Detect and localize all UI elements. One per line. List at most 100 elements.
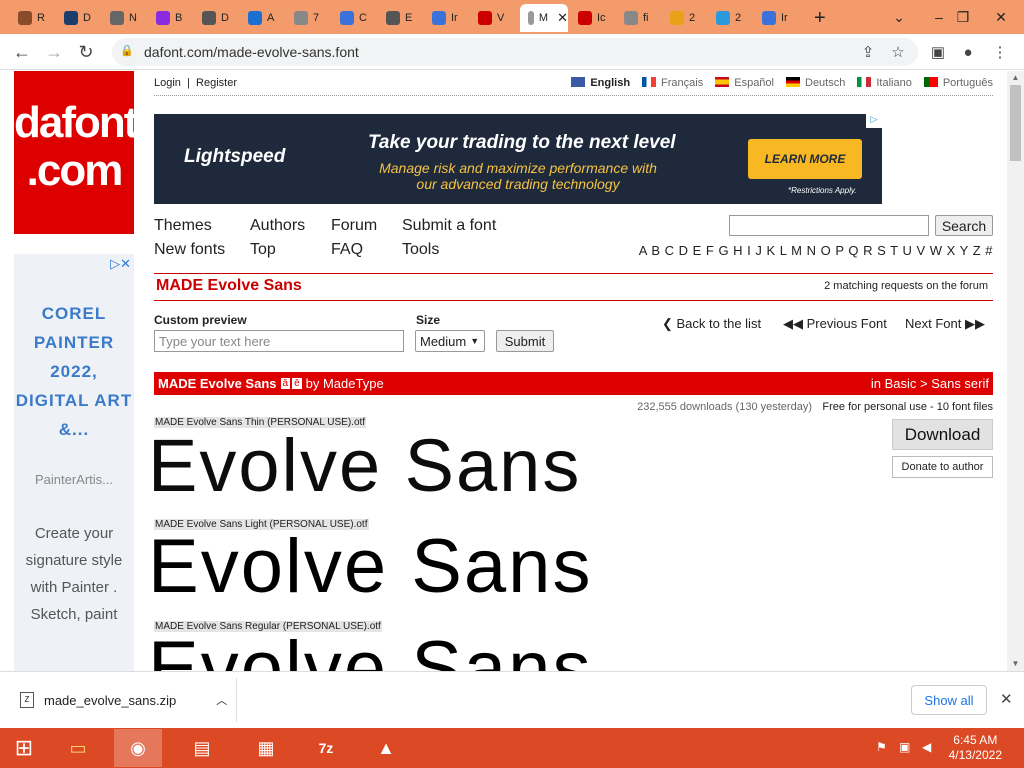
tab-favicon-icon	[386, 11, 400, 25]
share-icon[interactable]: ⇪	[858, 42, 878, 62]
back-icon[interactable]: ←	[10, 40, 34, 64]
sidepanel-icon[interactable]: ▣	[928, 42, 948, 62]
reload-icon[interactable]: ↻	[74, 40, 98, 64]
lang-spanish[interactable]: Español	[715, 77, 774, 89]
forward-icon[interactable]: →	[42, 40, 66, 64]
app-icon[interactable]: ▤	[178, 729, 226, 767]
alphabet-index[interactable]: A B C D E F G H I J K L M N O P Q R S T …	[639, 243, 993, 258]
chrome-icon[interactable]: ◉	[114, 729, 162, 767]
start-button[interactable]: ⊞	[0, 729, 48, 767]
font-name[interactable]: MADE Evolve Sans	[158, 376, 277, 391]
browser-tab[interactable]: M ✕	[520, 4, 568, 32]
forum-requests-link[interactable]: 2 matching requests on the forum	[824, 280, 988, 292]
menu-submit-font[interactable]: Submit a font	[402, 217, 496, 235]
browser-tab[interactable]: R	[10, 4, 54, 32]
ad-url[interactable]: PainterArtis...	[14, 472, 134, 487]
volume-icon[interactable]: ◀	[922, 740, 931, 754]
menu-new-fonts[interactable]: New fonts	[154, 241, 225, 259]
back-to-list-link[interactable]: ❮ Back to the list	[662, 316, 761, 332]
lang-french[interactable]: Français	[642, 77, 703, 89]
browser-tab[interactable]: A	[240, 4, 284, 32]
browser-tab[interactable]: fi	[616, 4, 660, 32]
tab-title: 2	[689, 12, 696, 24]
browser-tab[interactable]: 7	[286, 4, 330, 32]
custom-preview-input[interactable]: Type your text here	[154, 330, 404, 352]
browser-tab[interactable]: E	[378, 4, 422, 32]
7zip-icon[interactable]: 7z	[302, 729, 350, 767]
license-info: Free for personal use - 10 font files	[822, 401, 993, 413]
dafont-logo[interactable]: dafont .com	[14, 71, 138, 234]
browser-tab[interactable]: Ic	[570, 4, 614, 32]
close-window-icon[interactable]: ✕	[978, 0, 1024, 34]
browser-tab[interactable]: 2	[708, 4, 752, 32]
tab-favicon-icon	[578, 11, 592, 25]
system-clock[interactable]: 6:45 AM 4/13/2022	[949, 733, 1002, 763]
lang-english[interactable]: English	[571, 77, 630, 89]
close-shelf-icon[interactable]: ✕	[1000, 690, 1013, 708]
page-scrollbar[interactable]: ▲ ▼	[1007, 71, 1024, 671]
size-select[interactable]: Medium ▼	[415, 330, 485, 352]
address-bar[interactable]: 🔒 dafont.com/made-evolve-sans.font	[112, 38, 918, 66]
control-panel-icon[interactable]: ▦	[242, 729, 290, 767]
browser-tab[interactable]: Ir	[424, 4, 468, 32]
scroll-up-icon[interactable]: ▲	[1007, 71, 1024, 85]
register-link[interactable]: Register	[196, 77, 237, 89]
menu-tools[interactable]: Tools	[402, 241, 439, 259]
tab-title: Ir	[451, 12, 458, 24]
category-link[interactable]: in Basic > Sans serif	[871, 376, 989, 391]
top-banner-ad[interactable]: Lightspeed Take your trading to the next…	[154, 114, 882, 204]
lang-german[interactable]: Deutsch	[786, 77, 845, 89]
menu-icon[interactable]: ⋮	[990, 42, 1010, 62]
browser-tab[interactable]: 2	[662, 4, 706, 32]
menu-themes[interactable]: Themes	[154, 217, 212, 235]
new-tab-button[interactable]: +	[808, 4, 834, 32]
download-button[interactable]: Download	[892, 419, 993, 450]
ad-choices-icon[interactable]: ▷	[866, 114, 882, 128]
side-advertisement[interactable]: ▷✕ COREL PAINTER 2022, DIGITAL ART &... …	[14, 254, 134, 671]
browser-tab[interactable]: Ir	[754, 4, 798, 32]
chevron-up-icon[interactable]: ︿	[216, 692, 227, 708]
donate-button[interactable]: Donate to author	[892, 456, 993, 478]
search-button[interactable]: Search	[935, 215, 993, 236]
download-item[interactable]: Z made_evolve_sans.zip ︿	[20, 692, 227, 708]
tab-title: E	[405, 12, 413, 24]
search-input[interactable]	[729, 215, 929, 236]
author-link[interactable]: by MadeType	[306, 376, 384, 391]
menu-top[interactable]: Top	[250, 241, 276, 259]
browser-tab[interactable]: C	[332, 4, 376, 32]
submit-button[interactable]: Submit	[496, 330, 554, 352]
banner-cta-button[interactable]: LEARN MORE	[748, 139, 862, 179]
menu-forum[interactable]: Forum	[331, 217, 377, 235]
browser-tab[interactable]: B	[148, 4, 192, 32]
close-tab-icon[interactable]: ✕	[557, 10, 568, 26]
ad-choices-icon[interactable]: ▷✕	[110, 256, 131, 272]
menu-faq[interactable]: FAQ	[331, 241, 363, 259]
chevron-left-icon: ❮	[662, 316, 677, 331]
previous-font-link[interactable]: ◀◀ Previous Font	[783, 316, 887, 332]
browser-tab[interactable]: D	[56, 4, 100, 32]
flag-icon[interactable]: ⚑	[876, 740, 887, 754]
profile-icon[interactable]: ●	[958, 42, 978, 62]
divider	[154, 273, 993, 274]
login-link[interactable]: Login	[154, 77, 181, 89]
app-icon[interactable]: ▲	[362, 729, 410, 767]
browser-tab[interactable]: N	[102, 4, 146, 32]
network-icon[interactable]: ▣	[899, 740, 910, 754]
scrollbar-thumb[interactable]	[1010, 85, 1021, 161]
tab-title: C	[359, 12, 367, 24]
ad-brand[interactable]: COREL PAINTER 2022, DIGITAL ART &...	[14, 299, 134, 444]
show-all-button[interactable]: Show all	[911, 685, 987, 715]
menu-authors[interactable]: Authors	[250, 217, 305, 235]
browser-tab[interactable]: D	[194, 4, 238, 32]
font-sample-light: Evolve Sans	[148, 524, 593, 609]
banner-subline: Manage risk and maximize performance wit…	[379, 160, 657, 192]
lang-portuguese[interactable]: Português	[923, 77, 993, 89]
file-explorer-icon[interactable]: ▭	[54, 729, 102, 767]
lang-italian[interactable]: Italiano	[857, 77, 912, 89]
next-font-link[interactable]: Next Font ▶▶	[905, 316, 985, 332]
scroll-down-icon[interactable]: ▼	[1007, 657, 1024, 671]
bookmark-star-icon[interactable]: ☆	[888, 42, 908, 62]
tab-favicon-icon	[156, 11, 170, 25]
browser-tab[interactable]: V	[470, 4, 514, 32]
tab-title: D	[83, 12, 91, 24]
